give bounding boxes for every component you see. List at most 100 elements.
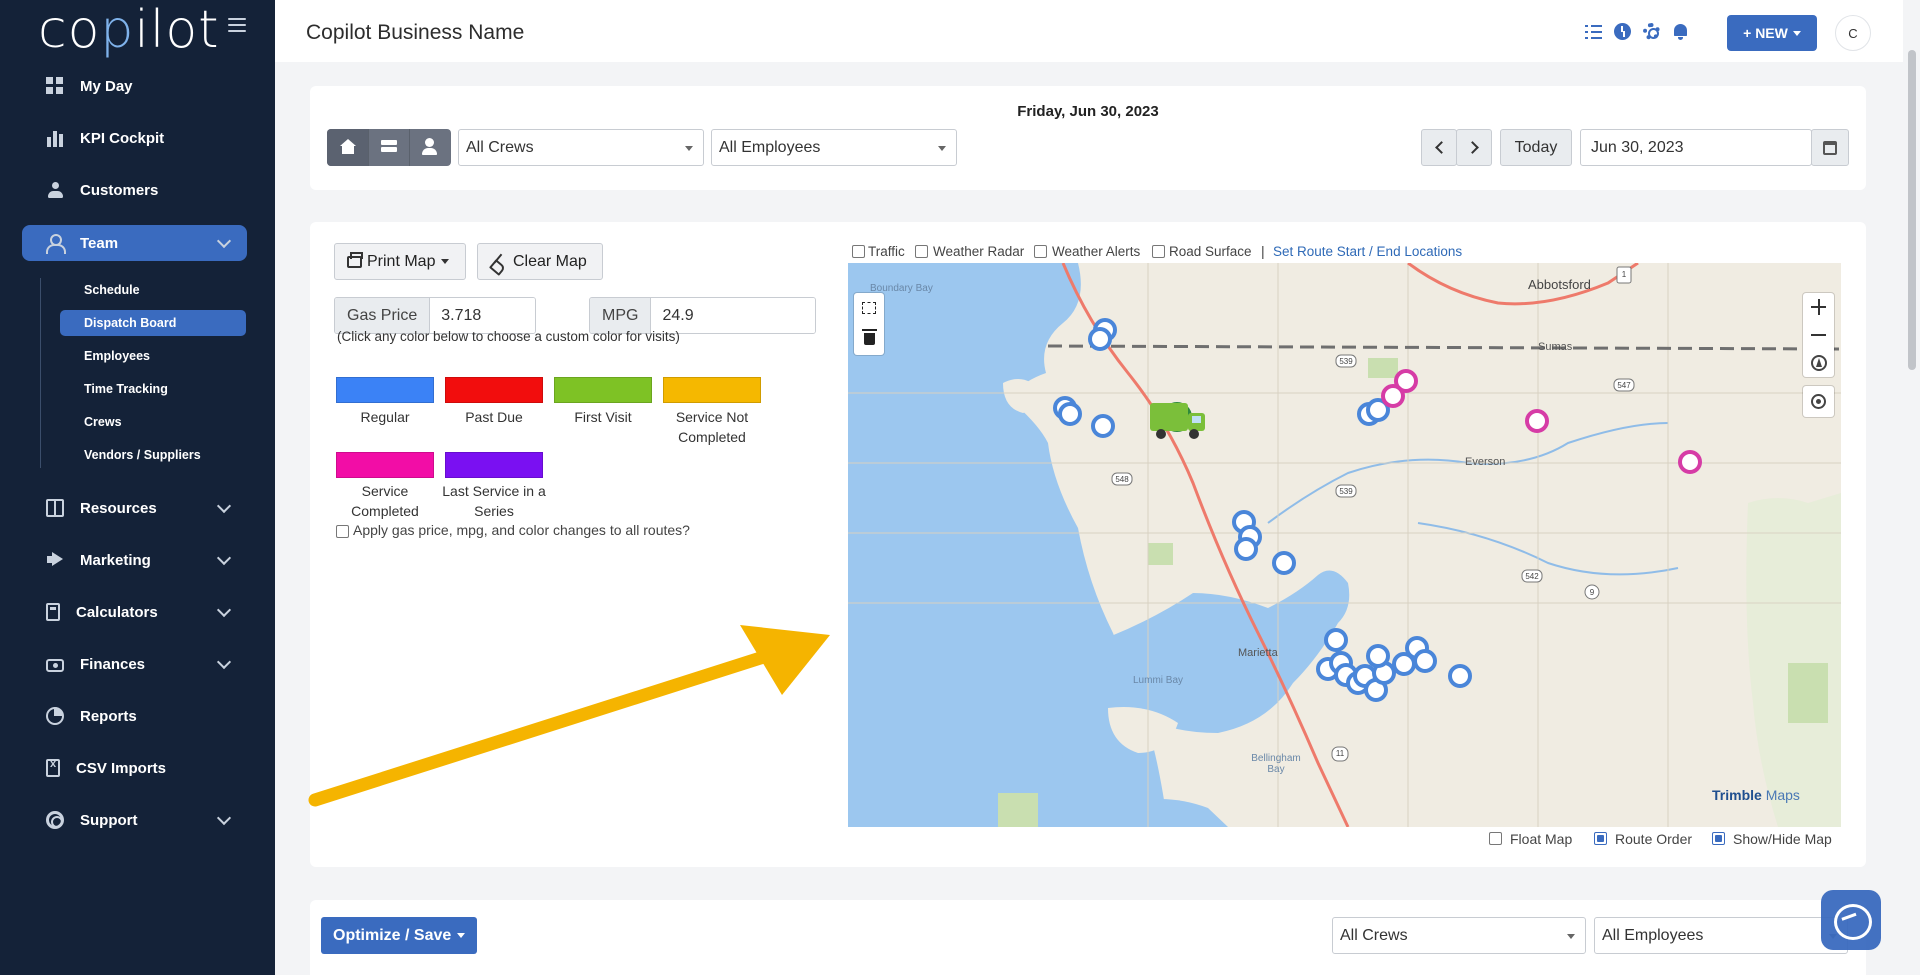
legend-label-last-service: Last Service in a Series bbox=[442, 483, 546, 519]
sidebar-item-csv-imports[interactable]: CSV Imports bbox=[22, 750, 247, 786]
caret-down-icon bbox=[441, 259, 450, 264]
home-view-icon[interactable] bbox=[327, 129, 369, 166]
sidebar-sub-dispatch-board[interactable]: Dispatch Board bbox=[60, 310, 246, 336]
sidebar-item-team[interactable]: Team bbox=[22, 225, 247, 261]
road-surface-label: Road Surface bbox=[1169, 244, 1252, 259]
clear-map-button[interactable]: Clear Map bbox=[477, 243, 603, 280]
road-surface-checkbox[interactable] bbox=[1152, 245, 1165, 258]
sidebar-item-support[interactable]: Support bbox=[22, 802, 247, 838]
apply-all-checkbox[interactable] bbox=[336, 525, 349, 538]
zoom-controls bbox=[1803, 293, 1834, 377]
caret-down-icon bbox=[457, 933, 466, 938]
select-area-icon[interactable] bbox=[862, 302, 876, 314]
swatch-last-service[interactable] bbox=[445, 452, 543, 478]
bell-icon[interactable] bbox=[1672, 23, 1689, 40]
chevron-left-icon bbox=[1434, 141, 1448, 154]
trash-icon[interactable] bbox=[862, 329, 877, 345]
date-title: Friday, Jun 30, 2023 bbox=[1017, 103, 1159, 120]
compass-icon[interactable] bbox=[1811, 355, 1827, 371]
chevron-down-icon bbox=[216, 810, 232, 826]
sidebar-sub-schedule[interactable]: Schedule bbox=[60, 277, 246, 303]
zoom-in-icon[interactable] bbox=[1803, 293, 1834, 321]
caret-down-icon bbox=[1567, 934, 1575, 939]
calculator-icon bbox=[46, 603, 60, 621]
book-icon bbox=[46, 499, 64, 517]
map-label-lummi-bay: Lummi Bay bbox=[1133, 675, 1184, 686]
sidebar-sub-employees[interactable]: Employees bbox=[60, 343, 246, 369]
route-map[interactable]: Abbotsford Boundary Bay Sumas Everson Ma… bbox=[848, 263, 1841, 827]
sidebar-item-finances[interactable]: Finances bbox=[22, 646, 247, 682]
sidebar-sub-time-tracking[interactable]: Time Tracking bbox=[60, 376, 246, 402]
employees-select[interactable]: All Employees bbox=[711, 129, 957, 166]
weather-alerts-checkbox[interactable] bbox=[1034, 245, 1047, 258]
print-map-button[interactable]: Print Map bbox=[334, 243, 466, 280]
gas-price-input[interactable]: 3.718 bbox=[430, 298, 535, 333]
sidebar-item-marketing[interactable]: Marketing bbox=[22, 542, 247, 578]
chat-widget-icon[interactable] bbox=[1821, 890, 1881, 950]
optimize-save-button[interactable]: Optimize / Save bbox=[321, 917, 478, 954]
swatch-service-not-completed[interactable] bbox=[663, 377, 761, 403]
clock-icon[interactable] bbox=[1614, 23, 1631, 40]
grid-icon bbox=[46, 77, 64, 95]
mpg-label: MPG bbox=[590, 298, 652, 333]
route-order-checkbox[interactable] bbox=[1594, 832, 1607, 845]
apply-all-label: Apply gas price, mpg, and color changes … bbox=[353, 522, 690, 538]
next-day-button[interactable] bbox=[1456, 129, 1492, 166]
hamburger-menu-icon[interactable] bbox=[228, 18, 246, 32]
chevron-down-icon bbox=[216, 498, 232, 514]
pie-chart-icon bbox=[46, 707, 64, 725]
view-toggle-group bbox=[327, 129, 451, 166]
prev-day-button[interactable] bbox=[1421, 129, 1457, 166]
submenu-line bbox=[40, 278, 41, 468]
map-label-marietta: Marietta bbox=[1238, 647, 1278, 659]
top-bar: Copilot Business Name + NEW C bbox=[275, 0, 1920, 62]
scrollbar-thumb[interactable] bbox=[1908, 50, 1916, 370]
swatch-regular[interactable] bbox=[336, 377, 434, 403]
traffic-checkbox[interactable] bbox=[852, 245, 865, 258]
logo[interactable]: copilot bbox=[38, 0, 220, 60]
set-route-link[interactable]: Set Route Start / End Locations bbox=[1273, 244, 1462, 259]
swatch-first-visit[interactable] bbox=[554, 377, 652, 403]
map-label-bellingham-bay: Bellingham Bay bbox=[1251, 753, 1301, 775]
show-hide-map-checkbox[interactable] bbox=[1712, 832, 1725, 845]
map-brand: Trimble Maps bbox=[1712, 787, 1800, 803]
calendar-button[interactable] bbox=[1811, 129, 1849, 166]
locate-icon[interactable] bbox=[1811, 394, 1826, 409]
sidebar-sub-vendors[interactable]: Vendors / Suppliers bbox=[60, 442, 246, 468]
sidebar-item-my-day[interactable]: My Day bbox=[22, 68, 247, 104]
swatch-past-due[interactable] bbox=[445, 377, 543, 403]
sidebar-item-calculators[interactable]: Calculators bbox=[22, 594, 247, 630]
zoom-out-icon[interactable] bbox=[1803, 321, 1834, 349]
legend-label-service-not-completed: Service Not Completed bbox=[675, 409, 749, 445]
megaphone-icon bbox=[46, 551, 64, 569]
legend-label-first-visit: First Visit bbox=[574, 409, 632, 425]
float-map-checkbox[interactable] bbox=[1489, 832, 1502, 845]
life-ring-icon bbox=[46, 811, 64, 829]
toggle-separator: | bbox=[1261, 243, 1265, 259]
swatch-service-completed[interactable] bbox=[336, 452, 434, 478]
sidebar-item-customers[interactable]: Customers bbox=[22, 172, 247, 208]
list-view-icon[interactable] bbox=[369, 129, 411, 166]
sidebar-item-resources[interactable]: Resources bbox=[22, 490, 247, 526]
date-input[interactable]: Jun 30, 2023 bbox=[1580, 129, 1812, 166]
route-shield-11: 11 bbox=[1335, 749, 1345, 758]
gear-icon[interactable] bbox=[1643, 23, 1660, 40]
crews-select[interactable]: All Crews bbox=[458, 129, 704, 166]
sidebar-item-reports[interactable]: Reports bbox=[22, 698, 247, 734]
sidebar-sub-crews[interactable]: Crews bbox=[60, 409, 246, 435]
weather-radar-checkbox[interactable] bbox=[915, 245, 928, 258]
checklist-icon[interactable] bbox=[1585, 23, 1602, 40]
bottom-crews-select[interactable]: All Crews bbox=[1332, 917, 1586, 954]
bottom-employees-select[interactable]: All Employees bbox=[1594, 917, 1848, 954]
route-card: Optimize / Save All Crews All Employees bbox=[310, 900, 1866, 975]
today-button[interactable]: Today bbox=[1500, 129, 1572, 166]
mpg-input[interactable]: 24.9 bbox=[651, 298, 815, 333]
sidebar-item-kpi-cockpit[interactable]: KPI Cockpit bbox=[22, 120, 247, 156]
users-icon bbox=[46, 181, 64, 199]
employee-view-icon[interactable] bbox=[410, 129, 451, 166]
route-order-label: Route Order bbox=[1615, 831, 1693, 847]
avatar[interactable]: C bbox=[1835, 15, 1871, 51]
caret-down-icon bbox=[1792, 30, 1801, 36]
show-hide-map-label: Show/Hide Map bbox=[1733, 831, 1832, 847]
new-button[interactable]: + NEW bbox=[1727, 15, 1817, 51]
